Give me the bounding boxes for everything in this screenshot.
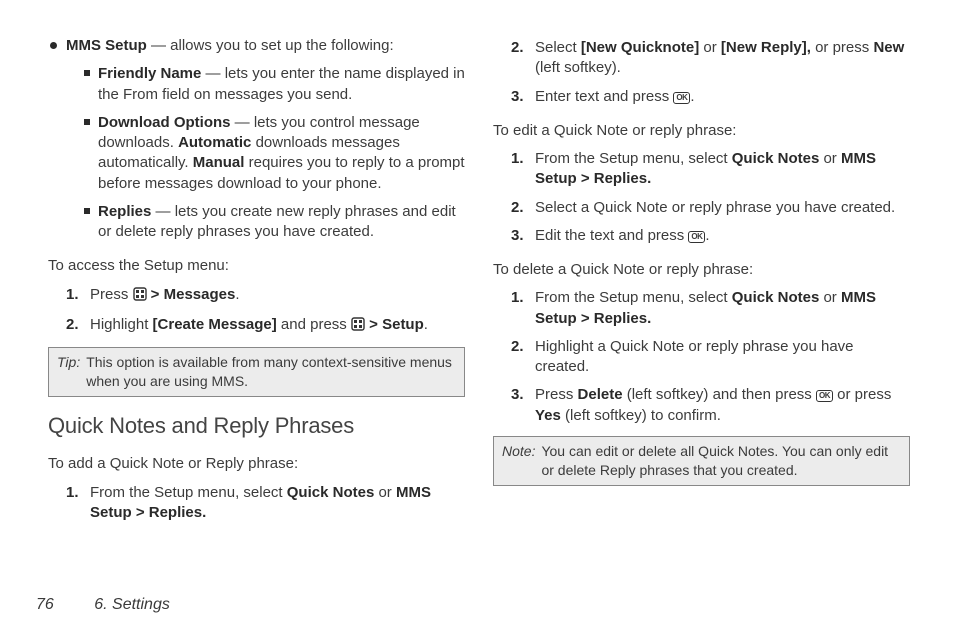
ok-key-icon: OK [816,390,833,402]
label: Quick Notes [287,484,375,501]
text: Highlight a Quick Note or reply phrase y… [535,338,854,375]
step-1: 1. From the Setup menu, select Quick Not… [515,288,910,329]
step-1: 1. Press > Messages. [70,285,465,307]
text: — lets you create new reply phrases and … [98,203,456,240]
text: Select a Quick Note or reply phrase you … [535,199,895,216]
label: Quick Notes [732,289,820,306]
text: (left softkey). [535,59,621,76]
step-1: 1. From the Setup menu, select Quick Not… [515,149,910,190]
step-1: 1. From the Setup menu, select Quick Not… [70,483,465,524]
label: Delete [578,386,623,403]
column-left: MMS Setup — allows you to set up the fol… [48,36,465,523]
menu-key-icon [133,287,147,307]
text: or [374,484,396,501]
page-footer: 76 6. Settings [36,594,170,616]
text: . [690,88,694,105]
intro-access-setup: To access the Setup menu: [48,256,465,276]
label: Replies [98,203,151,220]
note-text: You can edit or delete all Quick Notes. … [541,442,901,480]
text: (left softkey) and then press [623,386,816,403]
text: Highlight [90,316,153,333]
bullet-replies: Replies — lets you create new reply phra… [84,202,465,243]
label-automatic: Automatic [178,134,251,151]
intro-add-quicknote: To add a Quick Note or Reply phrase: [48,454,465,474]
bullet-friendly-name: Friendly Name — lets you enter the name … [84,64,465,105]
menu-key-icon [351,317,365,337]
text: From the Setup menu, select [535,289,732,306]
step-3: 3. Edit the text and press OK. [515,226,910,246]
text: or press [811,39,874,56]
label: Friendly Name [98,65,201,82]
text: Select [535,39,581,56]
tip-text: This option is available from many conte… [86,353,456,391]
text: From the Setup menu, select [90,484,287,501]
label: Quick Notes [732,150,820,167]
column-right: 2. Select [New Quicknote] or [New Reply]… [493,36,910,523]
label-manual: Manual [193,154,245,171]
label: Setup [382,316,424,333]
text: or [819,150,841,167]
label: New [873,39,904,56]
label: [New Quicknote] [581,39,699,56]
text: or press [833,386,891,403]
sep: > [365,316,382,333]
steps-access-setup: 1. Press > Messages. 2. Highlight [Creat… [48,285,465,338]
text: . [424,316,428,333]
text: From the Setup menu, select [535,150,732,167]
text: (left softkey) to confirm. [561,407,721,424]
intro-delete-quicknote: To delete a Quick Note or reply phrase: [493,260,910,280]
label: Download Options [98,114,231,131]
ok-key-icon: OK [688,231,705,243]
label: [Create Message] [153,316,277,333]
text: . [235,286,239,303]
steps-add-continued: 2. Select [New Quicknote] or [New Reply]… [493,38,910,107]
page-columns: MMS Setup — allows you to set up the fol… [0,0,954,523]
step-2: 2. Select [New Quicknote] or [New Reply]… [515,38,910,79]
bullet-download-options: Download Options — lets you control mess… [84,113,465,194]
note-box: Note: You can edit or delete all Quick N… [493,436,910,486]
step-3: 3. Press Delete (left softkey) and then … [515,385,910,426]
step-3: 3. Enter text and press OK. [515,87,910,107]
text: Enter text and press [535,88,673,105]
label: Yes [535,407,561,424]
ok-key-icon: OK [673,92,690,104]
bullet-mms-setup: MMS Setup — allows you to set up the fol… [48,36,465,242]
step-2: 2. Highlight [Create Message] and press … [70,315,465,337]
text: Press [90,286,133,303]
text: — allows you to set up the following: [147,37,394,54]
step-2: 2. Highlight a Quick Note or reply phras… [515,337,910,378]
section-title: 6. Settings [94,596,170,613]
text: and press [277,316,351,333]
page-number: 76 [36,596,54,613]
heading-quick-notes: Quick Notes and Reply Phrases [48,411,465,441]
text: Press [535,386,578,403]
sep: > [147,286,164,303]
sub-bullet-list: Friendly Name — lets you enter the name … [66,64,465,242]
steps-delete-quicknote: 1. From the Setup menu, select Quick Not… [493,288,910,426]
text: . [705,227,709,244]
label-mms-setup: MMS Setup [66,37,147,54]
steps-edit-quicknote: 1. From the Setup menu, select Quick Not… [493,149,910,246]
text: or [819,289,841,306]
note-label: Note: [502,442,535,480]
text: or [699,39,721,56]
intro-edit-quicknote: To edit a Quick Note or reply phrase: [493,121,910,141]
tip-box: Tip: This option is available from many … [48,347,465,397]
label: Messages [164,286,236,303]
tip-label: Tip: [57,353,80,391]
label: [New Reply], [721,39,811,56]
text: Edit the text and press [535,227,688,244]
step-2: 2. Select a Quick Note or reply phrase y… [515,198,910,218]
steps-add-quicknote: 1. From the Setup menu, select Quick Not… [48,483,465,524]
